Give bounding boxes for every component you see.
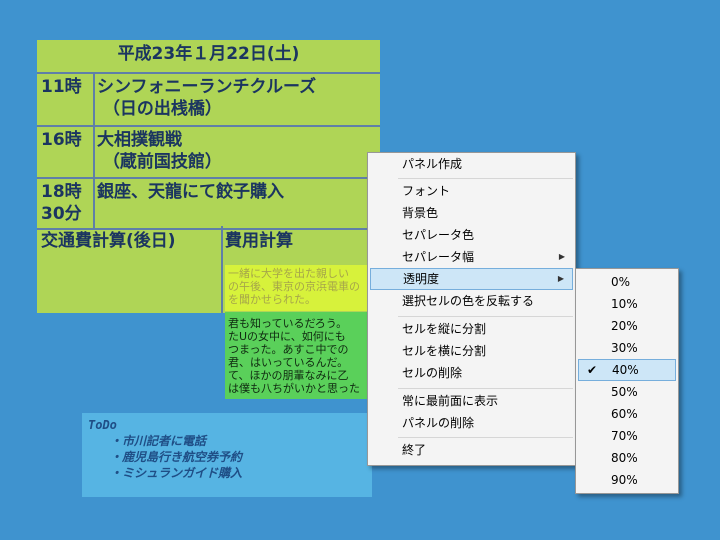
menu-delete-panel[interactable]: パネルの削除 [370,412,573,434]
menu-item-label: セルの削除 [402,366,463,380]
menu-font[interactable]: フォント [370,180,573,202]
opacity-label: 50% [611,385,638,399]
todo-title: ToDo [88,418,117,432]
menu-transparency[interactable]: 透明度 ▶ [370,268,573,290]
menu-item-label: 選択セルの色を反転する [402,294,535,308]
opacity-option[interactable]: 20% [578,315,676,337]
todo-item: ・鹿児島行き航空券予約 [110,450,243,464]
menu-divider [398,388,573,389]
opacity-option[interactable]: 0% [578,271,676,293]
menu-item-label: 常に最前面に表示 [402,394,499,408]
opacity-label: 40% [612,363,639,377]
opacity-option[interactable]: 50% [578,381,676,403]
menu-item-label: 終了 [402,443,427,457]
opacity-label: 30% [611,341,638,355]
opacity-label: 0% [611,275,631,289]
menu-delete-cell[interactable]: セルの削除 [370,362,573,384]
opacity-option[interactable]: 90% [578,469,676,491]
menu-always-on-top[interactable]: 常に最前面に表示 [370,390,573,412]
menu-item-label: セルを縦に分割 [402,322,487,336]
opacity-label: 20% [611,319,638,333]
menu-background-color[interactable]: 背景色 [370,202,573,224]
schedule-row[interactable]: 18時 30分 銀座、天龍にて餃子購入 [37,177,380,230]
opacity-option[interactable]: 60% [578,403,676,425]
opacity-option[interactable]: 30% [578,337,676,359]
schedule-time: 18時 30分 [41,182,82,224]
opacity-label: 80% [611,451,638,465]
expense-calc-cell: 費用計算 [225,231,293,251]
submenu-arrow-icon: ▶ [558,252,565,261]
schedule-desc: シンフォニーランチクルーズ （日の出桟橋） [97,77,317,119]
cell-separator [93,127,95,179]
menu-split-horizontal[interactable]: セルを横に分割 [370,340,573,362]
schedule-row[interactable]: 11時 シンフォニーランチクルーズ （日の出桟橋） [37,72,380,127]
opacity-option[interactable]: 10% [578,293,676,315]
todo-item: ・市川記者に電話 [110,434,207,448]
menu-invert-selected-color[interactable]: 選択セルの色を反転する [370,290,573,312]
opacity-label: 60% [611,407,638,421]
menu-split-vertical[interactable]: セルを縦に分割 [370,318,573,340]
cell-separator [93,74,95,127]
opacity-option[interactable]: 80% [578,447,676,469]
menu-separator-color[interactable]: セパレータ色 [370,224,573,246]
context-menu: パネル作成 フォント 背景色 セパレータ色 セパレータ幅 ▶ 透明度 ▶ 選択セルの… [367,152,576,466]
opacity-option[interactable]: 70% [578,425,676,447]
todo-panel[interactable]: ToDo ・市川記者に電話 ・鹿児島行き航空券予約 ・ミシュランガイド購入 [82,413,372,497]
menu-item-label: パネルの削除 [402,416,475,430]
opacity-label: 70% [611,429,638,443]
schedule-date: 平成23年１月22日(土) [117,44,300,64]
menu-item-label: セパレータ幅 [402,250,475,264]
menu-item-label: セルを横に分割 [402,344,487,358]
menu-exit[interactable]: 終了 [370,439,573,461]
menu-item-label: 背景色 [402,206,439,220]
schedule-desc: 銀座、天龍にて餃子購入 [97,182,284,202]
menu-item-label: パネル作成 [402,157,463,171]
memo-panel-green[interactable]: 君も知っているだろう。 たUの女中に、如何にも つまった。あすこ中での 君、はい… [225,312,370,399]
schedule-row[interactable]: 16時 大相撲観戦 （蔵前国技館） [37,125,380,179]
schedule-desc: 大相撲観戦 （蔵前国技館） [97,130,222,172]
menu-divider [398,178,573,179]
opacity-option-selected[interactable]: ✔ 40% [578,359,676,381]
menu-separator-width[interactable]: セパレータ幅 ▶ [370,246,573,268]
menu-item-label: 透明度 [403,272,440,286]
menu-item-label: セパレータ色 [402,228,475,242]
schedule-time: 11時 [41,77,82,97]
opacity-label: 90% [611,473,638,487]
schedule-time: 16時 [41,130,82,150]
menu-divider [398,437,573,438]
cell-separator [221,226,223,313]
transparency-submenu: 0% 10% 20% 30% ✔ 40% 50% 60% 70% 80% 90% [575,268,679,494]
check-icon: ✔ [587,363,598,377]
transport-cost-cell: 交通費計算(後日) [41,231,176,251]
menu-item-label: フォント [402,184,451,198]
submenu-arrow-icon: ▶ [557,274,564,283]
menu-create-panel[interactable]: パネル作成 [370,153,573,175]
todo-item: ・ミシュランガイド購入 [110,466,243,480]
opacity-label: 10% [611,297,638,311]
menu-divider [398,316,573,317]
cell-separator [93,179,95,228]
memo-panel-yellow[interactable]: 一緒に大学を出た親しい の午後、東京の京浜電車の を聞かせられた。 [225,265,370,311]
